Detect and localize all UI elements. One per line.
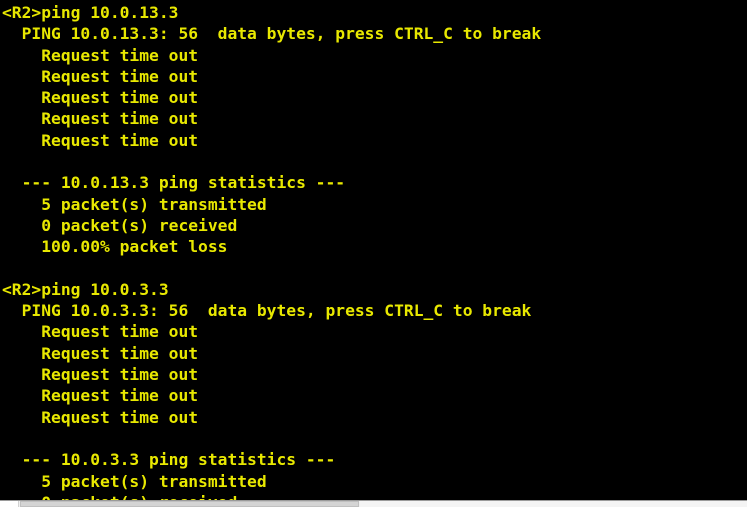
console-output[interactable]: <R2>ping 10.0.13.3 PING 10.0.13.3: 56 da… <box>0 0 747 507</box>
terminal-line: Request time out <box>2 386 199 406</box>
terminal-line: --- 10.0.13.3 ping statistics --- <box>2 173 346 193</box>
terminal-line: Request time out <box>2 365 199 385</box>
scrollbar-thumb[interactable] <box>20 501 359 507</box>
scrollbar-track[interactable] <box>360 501 747 507</box>
terminal-line: <R2>ping 10.0.13.3 <box>2 3 179 22</box>
scrollbar-left-arrow-icon[interactable] <box>0 501 19 507</box>
terminal-line: 5 packet(s) transmitted <box>2 194 267 214</box>
terminal-line: PING 10.0.13.3: 56 data bytes, press CTR… <box>2 24 542 44</box>
terminal-line: <R2>ping 10.0.3.3 <box>2 279 169 299</box>
terminal-line: 100.00% packet loss <box>2 237 228 257</box>
terminal-line: 0 packet(s) received <box>2 215 238 235</box>
terminal-line: 5 packet(s) transmitted <box>2 471 267 491</box>
terminal-line: Request time out <box>2 407 199 427</box>
terminal-line: Request time out <box>2 88 199 108</box>
terminal-line: --- 10.0.3.3 ping statistics --- <box>2 450 336 470</box>
terminal-line: Request time out <box>2 66 199 86</box>
terminal-line: Request time out <box>2 130 199 150</box>
terminal-line: Request time out <box>2 343 199 363</box>
horizontal-scrollbar[interactable] <box>0 500 747 507</box>
terminal-line: Request time out <box>2 45 199 65</box>
terminal-line: PING 10.0.3.3: 56 data bytes, press CTRL… <box>2 301 532 321</box>
terminal-line: Request time out <box>2 109 199 129</box>
terminal-window[interactable]: <R2>ping 10.0.13.3 PING 10.0.13.3: 56 da… <box>0 0 747 507</box>
terminal-line: Request time out <box>2 322 199 342</box>
